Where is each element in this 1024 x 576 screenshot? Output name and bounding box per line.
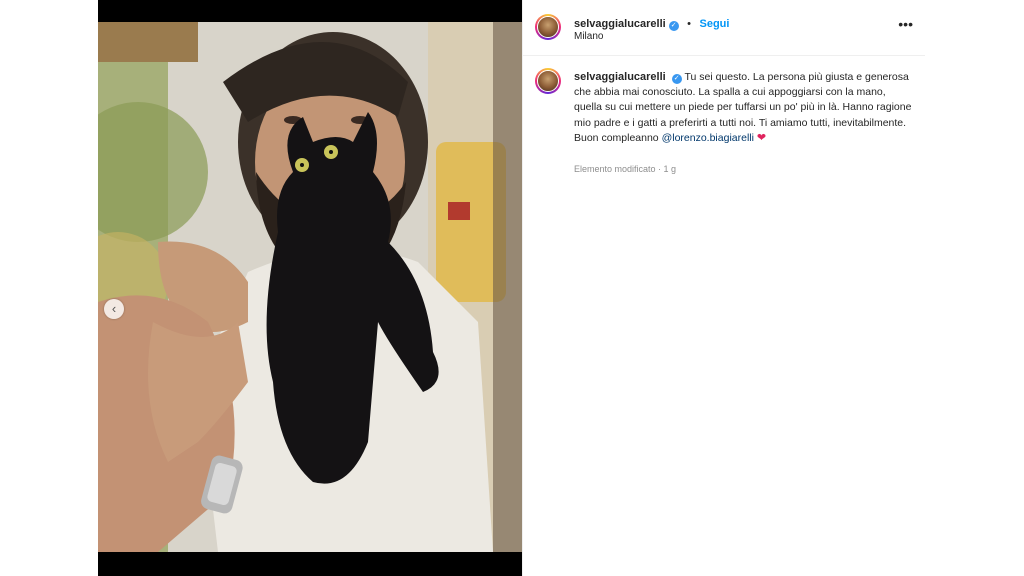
post-meta: Elemento modificato · 1 g: [574, 164, 676, 174]
author-avatar[interactable]: [535, 14, 561, 40]
photo-man-with-black-cat: [98, 22, 522, 552]
post-location[interactable]: Milano: [574, 31, 603, 42]
verified-badge-icon: ✓: [668, 21, 679, 31]
caption-author-username[interactable]: selvaggialucarelli: [574, 71, 666, 83]
post-header: selvaggialucarelli ✓ • Segui Milano •••: [523, 0, 925, 56]
chevron-left-icon: ‹: [111, 301, 117, 316]
header-author-line: selvaggialucarelli ✓ • Segui: [574, 14, 729, 32]
avatar-image: [537, 16, 559, 38]
more-options-button[interactable]: •••: [898, 17, 913, 31]
carousel-prev-button[interactable]: ‹: [104, 299, 124, 319]
post-photo[interactable]: ‹: [98, 22, 522, 552]
more-horizontal-icon: •••: [898, 16, 913, 32]
post-sidebar: selvaggialucarelli ✓ • Segui Milano ••• s…: [522, 0, 925, 576]
instagram-post: ‹ selvaggialucarelli ✓ • Segui Milano •••: [98, 0, 925, 576]
caption-author-avatar[interactable]: [535, 68, 561, 94]
mention-link[interactable]: @lorenzo.biagiarelli: [662, 132, 754, 144]
verified-badge-icon: ✓: [671, 74, 682, 84]
post-caption: selvaggialucarelli ✓ Tu sei questo. La pe…: [574, 70, 914, 146]
avatar-image: [537, 70, 559, 92]
post-time-ago[interactable]: 1 g: [664, 164, 677, 174]
follow-button[interactable]: Segui: [699, 18, 729, 30]
follow-separator: •: [687, 18, 692, 30]
meta-separator: ·: [655, 164, 664, 174]
edited-label: Elemento modificato: [574, 164, 656, 174]
author-username[interactable]: selvaggialucarelli: [574, 18, 666, 30]
post-media: ‹: [98, 0, 522, 576]
heart-emoji-icon: ❤: [756, 131, 767, 144]
